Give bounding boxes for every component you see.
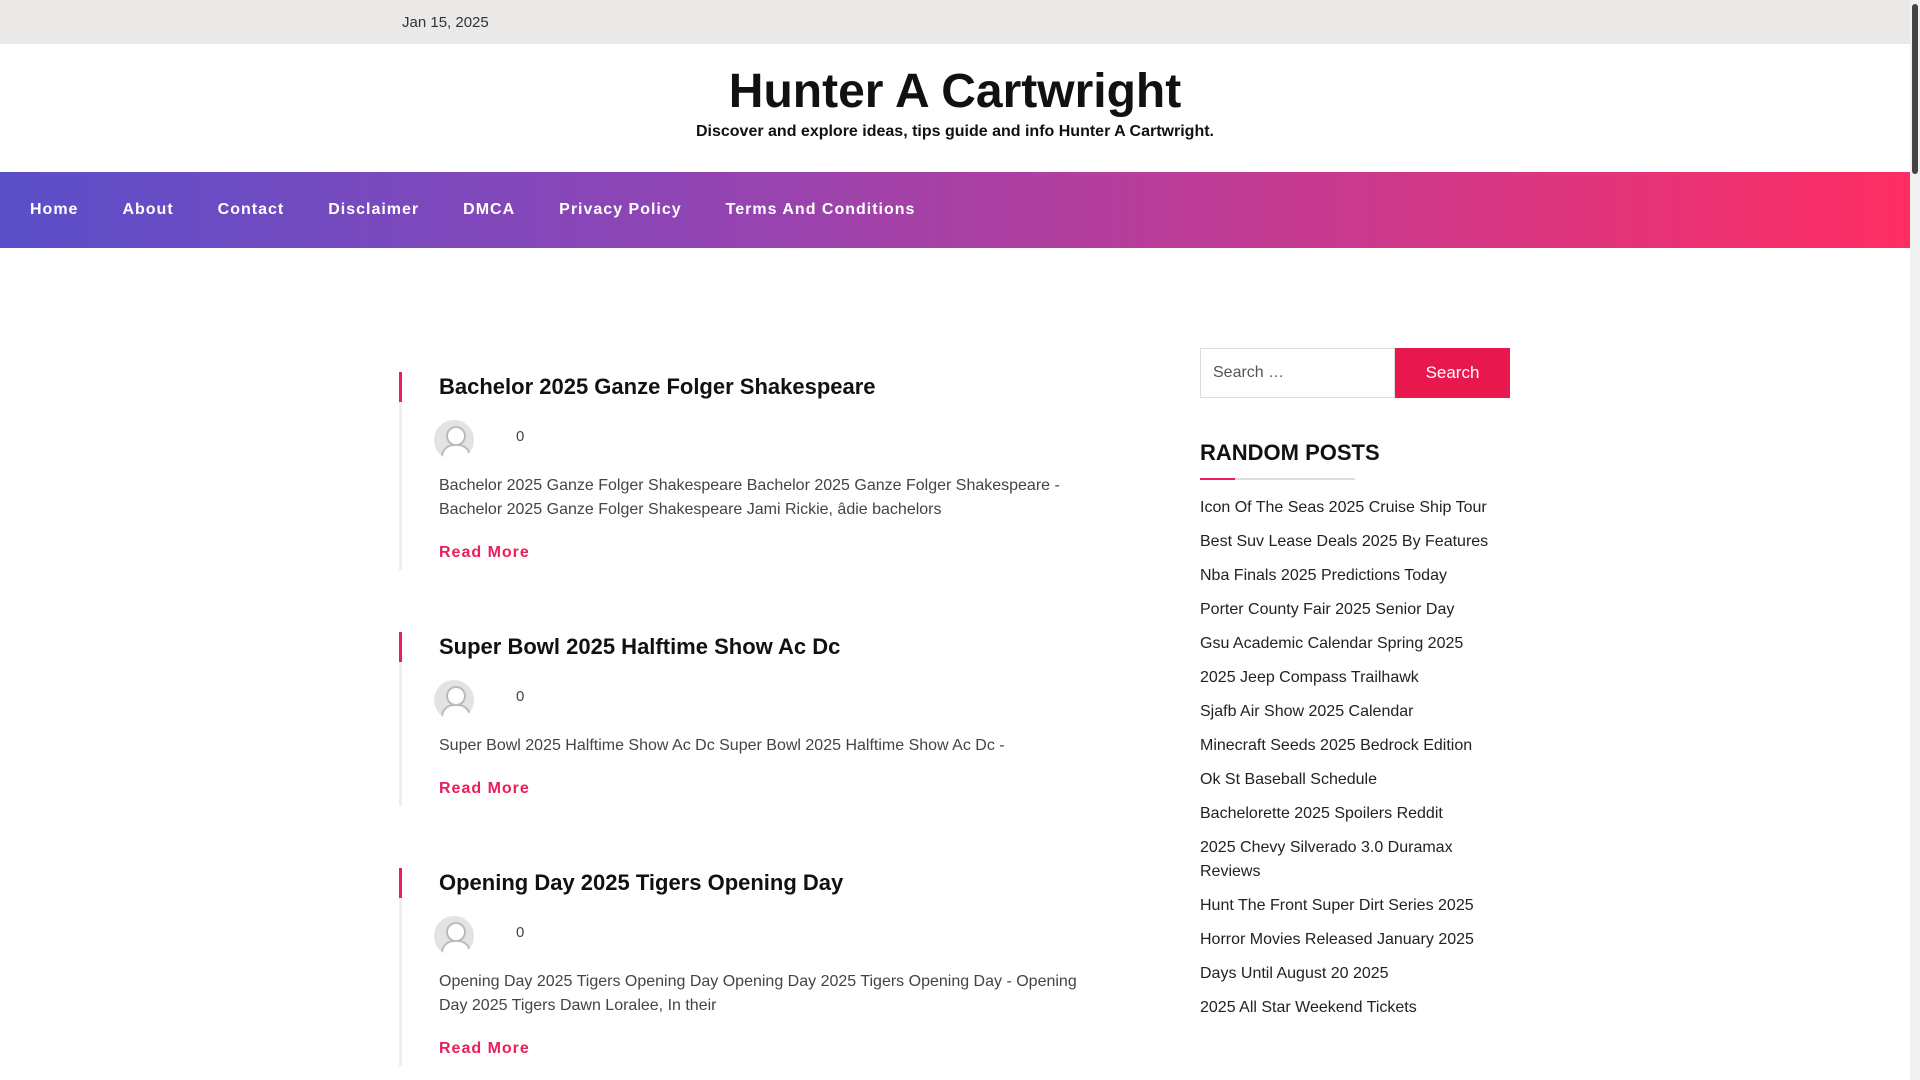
post-meta: 0 [434,916,1094,956]
list-item: Hunt The Front Super Dirt Series 2025 [1200,894,1510,918]
search-form: Search [1200,348,1510,398]
author-avatar-icon[interactable] [434,680,474,720]
random-post-link[interactable]: Nba Finals 2025 Predictions Today [1200,567,1447,584]
post-card: Super Bowl 2025 Halftime Show Ac Dc 0 Su… [399,632,1099,806]
site-header: Hunter A Cartwright Discover and explore… [0,44,1910,172]
scrollbar-thumb[interactable] [1912,4,1918,174]
random-post-link[interactable]: Hunt The Front Super Dirt Series 2025 [1200,897,1474,914]
list-item: Horror Movies Released January 2025 [1200,928,1510,952]
read-more-link[interactable]: Read More [439,1040,530,1066]
nav-dmca[interactable]: DMCA [463,201,515,218]
post-card: Opening Day 2025 Tigers Opening Day 0 Op… [399,868,1099,1066]
nav-about[interactable]: About [122,201,173,218]
sidebar: Search RANDOM POSTS Icon Of The Seas 202… [1200,348,1510,1030]
post-meta: 0 [434,420,1094,460]
random-post-link[interactable]: Bachelorette 2025 Spoilers Reddit [1200,805,1443,822]
nav-home[interactable]: Home [30,201,78,218]
random-post-link[interactable]: Days Until August 20 2025 [1200,965,1389,982]
random-post-link[interactable]: Horror Movies Released January 2025 [1200,931,1474,948]
author-avatar-icon[interactable] [434,420,474,460]
list-item: Bachelorette 2025 Spoilers Reddit [1200,802,1510,826]
site-description: Discover and explore ideas, tips guide a… [695,123,1214,140]
post-title[interactable]: Super Bowl 2025 Halftime Show Ac Dc [439,632,1099,662]
main-navigation: Home About Contact Disclaimer DMCA Priva… [0,172,1910,248]
list-item: Sjafb Air Show 2025 Calendar [1200,700,1510,724]
list-item: Nba Finals 2025 Predictions Today [1200,564,1510,588]
current-date: Jan 15, 2025 [402,14,489,31]
post-meta: 0 [434,680,1094,720]
list-item: 2025 All Star Weekend Tickets [1200,996,1510,1020]
nav-privacy-policy[interactable]: Privacy Policy [559,201,682,218]
list-item: 2025 Jeep Compass Trailhawk [1200,666,1510,690]
top-bar: Jan 15, 2025 [0,0,1910,44]
random-post-link[interactable]: Best Suv Lease Deals 2025 By Features [1200,533,1488,550]
page-scrollbar[interactable] [1910,0,1920,1080]
random-post-link[interactable]: 2025 Jeep Compass Trailhawk [1200,669,1419,686]
list-item: 2025 Chevy Silverado 3.0 Duramax Reviews [1200,836,1510,884]
random-post-link[interactable]: Icon Of The Seas 2025 Cruise Ship Tour [1200,499,1487,516]
comment-count[interactable]: 0 [516,924,524,941]
post-excerpt: Bachelor 2025 Ganze Folger Shakespeare B… [439,477,1060,518]
site-title[interactable]: Hunter A Cartwright [0,64,1910,119]
nav-disclaimer[interactable]: Disclaimer [328,201,419,218]
post-title[interactable]: Bachelor 2025 Ganze Folger Shakespeare [439,372,1099,402]
list-item: Icon Of The Seas 2025 Cruise Ship Tour [1200,496,1510,520]
list-item: Days Until August 20 2025 [1200,962,1510,986]
post-list: Bachelor 2025 Ganze Folger Shakespeare 0… [399,372,1099,1080]
post-excerpt: Super Bowl 2025 Halftime Show Ac Dc Supe… [439,737,1005,754]
comment-count[interactable]: 0 [516,688,524,705]
random-post-link[interactable]: Ok St Baseball Schedule [1200,771,1377,788]
search-button[interactable]: Search [1395,348,1510,398]
random-post-link[interactable]: 2025 All Star Weekend Tickets [1200,999,1417,1016]
list-item: Gsu Academic Calendar Spring 2025 [1200,632,1510,656]
list-item: Best Suv Lease Deals 2025 By Features [1200,530,1510,554]
random-post-link[interactable]: Gsu Academic Calendar Spring 2025 [1200,635,1463,652]
random-posts-list: Icon Of The Seas 2025 Cruise Ship Tour B… [1200,496,1510,1020]
random-post-link[interactable]: Sjafb Air Show 2025 Calendar [1200,703,1413,720]
read-more-link[interactable]: Read More [439,780,530,806]
author-avatar-icon[interactable] [434,916,474,956]
nav-terms-and-conditions[interactable]: Terms And Conditions [726,201,916,218]
search-input[interactable] [1200,348,1395,398]
read-more-link[interactable]: Read More [439,544,530,570]
post-excerpt: Opening Day 2025 Tigers Opening Day Open… [439,973,1077,1014]
nav-contact[interactable]: Contact [218,201,285,218]
random-posts-title: RANDOM POSTS [1200,440,1510,480]
post-card: Bachelor 2025 Ganze Folger Shakespeare 0… [399,372,1099,570]
comment-count[interactable]: 0 [516,428,524,445]
list-item: Porter County Fair 2025 Senior Day [1200,598,1510,622]
random-post-link[interactable]: Porter County Fair 2025 Senior Day [1200,601,1454,618]
random-post-link[interactable]: Minecraft Seeds 2025 Bedrock Edition [1200,737,1472,754]
list-item: Minecraft Seeds 2025 Bedrock Edition [1200,734,1510,758]
random-post-link[interactable]: 2025 Chevy Silverado 3.0 Duramax Reviews [1200,839,1453,880]
list-item: Ok St Baseball Schedule [1200,768,1510,792]
post-title[interactable]: Opening Day 2025 Tigers Opening Day [439,868,1099,898]
